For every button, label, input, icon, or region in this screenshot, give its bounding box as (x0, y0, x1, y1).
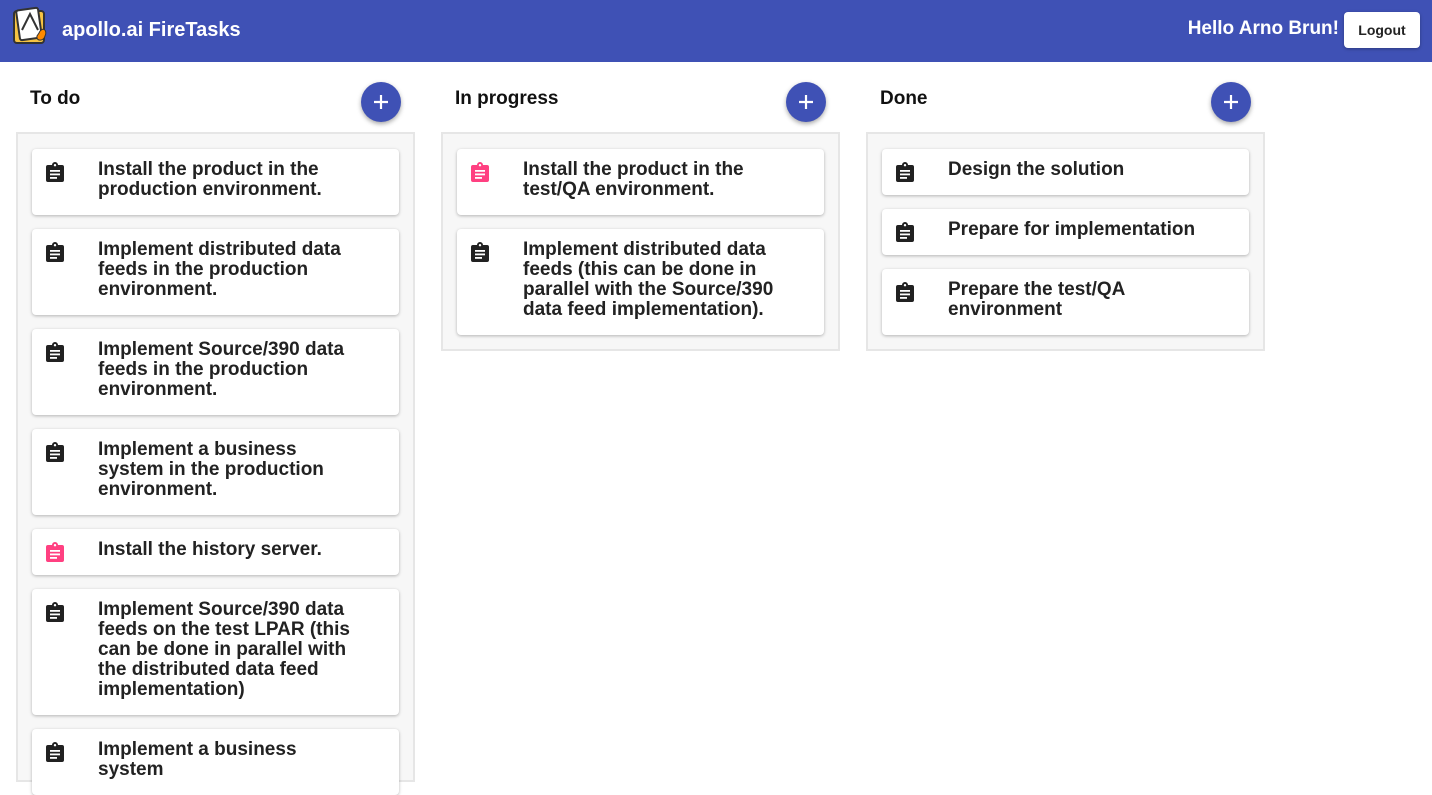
task-card[interactable]: Implement Source/390 data feeds on the t… (32, 589, 399, 715)
task-lane: Install the product in the production en… (16, 132, 415, 795)
plus-icon (1224, 95, 1238, 109)
clipboard-icon (46, 162, 64, 182)
task-card[interactable]: Install the history server. (32, 529, 399, 575)
clipboard-icon (471, 162, 489, 182)
task-card[interactable]: Implement a business system in the produ… (32, 429, 399, 515)
task-card[interactable]: Install the product in the production en… (32, 149, 399, 215)
task-text: Implement a business system (98, 739, 297, 780)
user-greeting: Hello Arno Brun! (1187, 18, 1339, 39)
clipboard-icon (896, 222, 914, 242)
task-text: Implement distributed data feeds in the … (98, 239, 341, 300)
task-card[interactable]: Install the product in the test/QA envir… (457, 149, 824, 215)
task-card[interactable]: Implement distributed data feeds (this c… (457, 229, 824, 335)
task-text: Install the history server. (98, 539, 322, 560)
task-lane: Install the product in the test/QA envir… (441, 132, 840, 351)
task-lane: Design the solution Prepare for implement… (866, 132, 1265, 351)
add-task-button[interactable] (786, 82, 826, 122)
task-text: Implement Source/390 data feeds on the t… (98, 599, 350, 700)
task-card[interactable]: Prepare for implementation (882, 209, 1249, 255)
column-title: To do (30, 88, 81, 109)
clipboard-icon (46, 742, 64, 762)
app-title: apollo.ai FireTasks (62, 19, 241, 41)
plus-icon (374, 95, 388, 109)
task-text: Implement Source/390 data feeds in the p… (98, 339, 345, 400)
app-logo-icon (13, 6, 47, 44)
clipboard-icon (46, 602, 64, 622)
top-app-bar: apollo.ai FireTasks Hello Arno Brun! Log… (0, 0, 1432, 62)
task-card[interactable]: Implement a business system (32, 729, 399, 795)
task-text: Implement a business system in the produ… (98, 439, 324, 500)
clipboard-icon (46, 342, 64, 362)
task-text: Prepare for implementation (948, 219, 1196, 240)
column-title: Done (880, 88, 928, 109)
task-text: Implement distributed data feeds (this c… (523, 239, 774, 320)
clipboard-icon (46, 442, 64, 462)
task-text: Install the product in the production en… (98, 159, 322, 200)
task-card[interactable]: Design the solution (882, 149, 1249, 195)
task-card[interactable]: Prepare the test/QA environment (882, 269, 1249, 335)
task-text: Prepare the test/QA environment (948, 279, 1125, 320)
clipboard-icon (46, 542, 64, 562)
task-card[interactable]: Implement Source/390 data feeds in the p… (32, 329, 399, 415)
clipboard-icon (471, 242, 489, 262)
task-text: Install the product in the test/QA envir… (523, 159, 744, 200)
clipboard-icon (896, 162, 914, 182)
task-card[interactable]: Implement distributed data feeds in the … (32, 229, 399, 315)
task-text: Design the solution (948, 159, 1125, 180)
clipboard-icon (46, 242, 64, 262)
add-task-button[interactable] (1211, 82, 1251, 122)
logout-button[interactable]: Logout (1344, 12, 1420, 48)
clipboard-icon (896, 282, 914, 302)
column-title: In progress (455, 88, 559, 109)
add-task-button[interactable] (361, 82, 401, 122)
plus-icon (799, 95, 813, 109)
